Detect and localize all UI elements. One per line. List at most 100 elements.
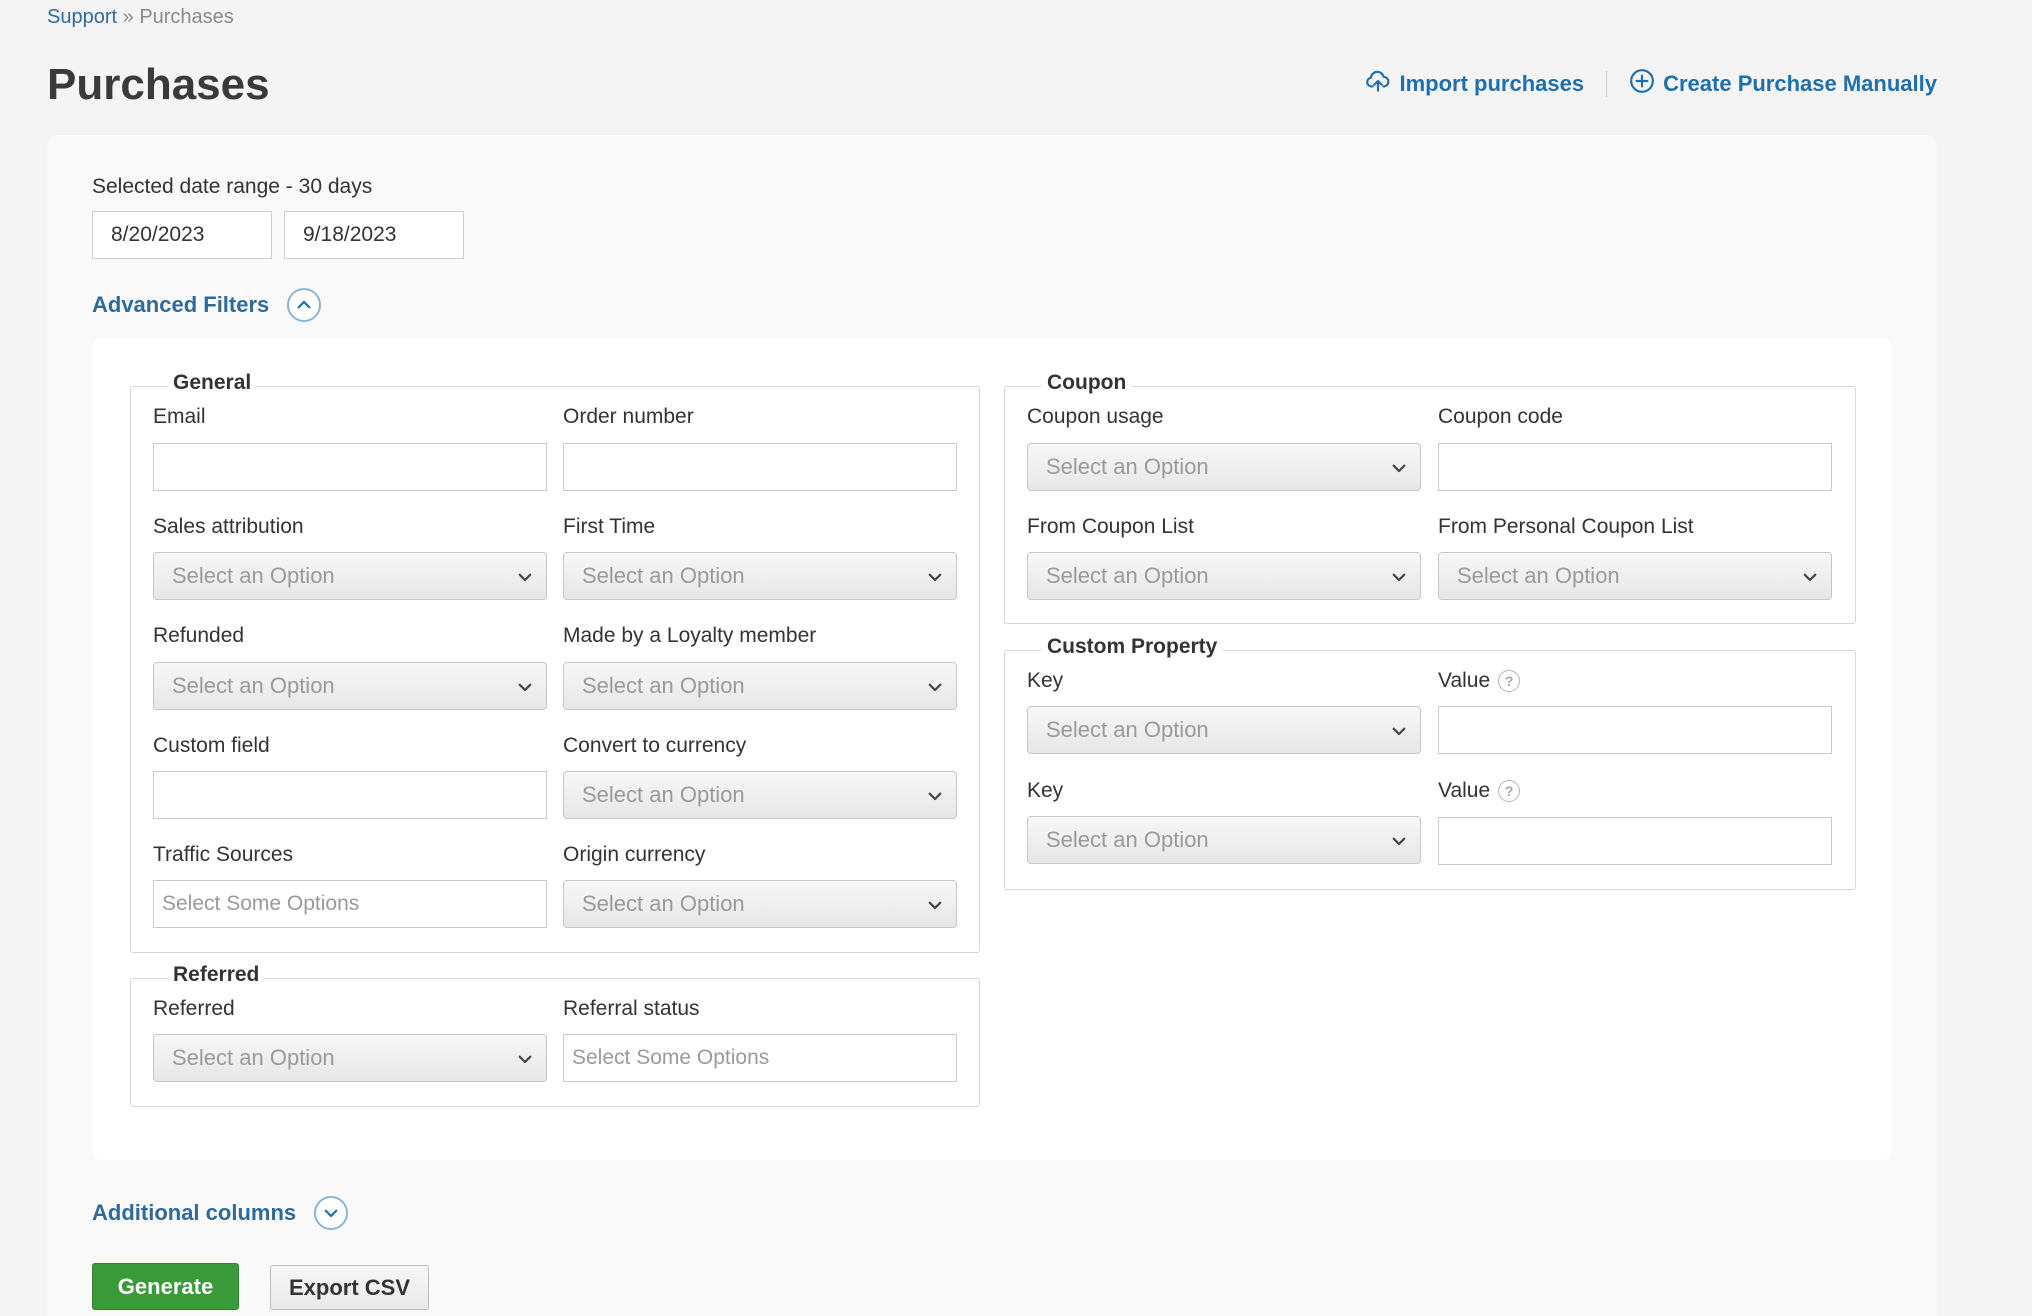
page: Support » Purchases Purchases Import pur…	[0, 0, 2032, 1316]
help-icon[interactable]: ?	[1498, 670, 1521, 692]
email-label: Email	[153, 405, 206, 428]
advanced-filters-label: Advanced Filters	[92, 292, 270, 317]
breadcrumb: Support » Purchases	[47, 6, 234, 29]
sales-attribution-select[interactable]: Select an Option	[153, 552, 547, 600]
refunded-value: Select an Option	[172, 673, 335, 698]
refunded-select[interactable]: Select an Option	[153, 662, 547, 710]
custom-property-legend: Custom Property	[1041, 635, 1224, 659]
referral-status-multiselect[interactable]: Select Some Options	[563, 1034, 957, 1082]
custom-property-value-label: Value ?	[1438, 669, 1521, 693]
advanced-filters-toggle[interactable]: Advanced Filters	[92, 288, 322, 322]
from-personal-coupon-list-select[interactable]: Select an Option	[1438, 552, 1832, 600]
chevron-down-icon	[928, 792, 942, 801]
chevron-down-icon	[1803, 573, 1817, 582]
advanced-filters-panel: General Email Order number Sales attribu…	[92, 338, 1892, 1160]
custom-property-key-label: Key	[1027, 669, 1064, 692]
chevron-down-icon	[518, 683, 532, 692]
first-time-select[interactable]: Select an Option	[563, 552, 957, 600]
first-time-label: First Time	[563, 515, 656, 538]
origin-currency-select[interactable]: Select an Option	[563, 880, 957, 928]
plus-circle-icon	[1629, 68, 1655, 100]
chevron-down-icon	[518, 573, 532, 582]
help-icon[interactable]: ?	[1498, 780, 1521, 802]
referred-legend: Referred	[167, 963, 266, 987]
breadcrumb-current: Purchases	[139, 6, 234, 28]
from-personal-coupon-list-label: From Personal Coupon List	[1438, 515, 1694, 538]
custom-property-value-field[interactable]	[1438, 817, 1832, 865]
date-range-label: Selected date range - 30 days	[92, 175, 373, 198]
from-personal-coupon-list-value: Select an Option	[1457, 563, 1620, 588]
referral-status-label: Referral status	[563, 997, 700, 1020]
custom-property-key-select[interactable]: Select an Option	[1027, 816, 1421, 864]
custom-property-fieldset: Custom Property Key Select an Option Val…	[1004, 635, 1856, 890]
sales-attribution-label: Sales attribution	[153, 515, 304, 538]
coupon-code-label: Coupon code	[1438, 405, 1563, 428]
create-purchase-link[interactable]: Create Purchase Manually	[1629, 68, 1937, 100]
custom-property-key-value: Select an Option	[1046, 717, 1209, 742]
upload-cloud-icon	[1365, 68, 1391, 100]
custom-field-input[interactable]	[153, 771, 547, 819]
referred-label: Referred	[153, 997, 235, 1020]
order-number-label: Order number	[563, 405, 694, 428]
coupon-usage-label: Coupon usage	[1027, 405, 1164, 428]
refunded-label: Refunded	[153, 624, 245, 647]
additional-columns-toggle[interactable]: Additional columns	[92, 1196, 349, 1230]
coupon-usage-value: Select an Option	[1046, 454, 1209, 479]
additional-columns-label: Additional columns	[92, 1200, 297, 1225]
convert-currency-select[interactable]: Select an Option	[563, 771, 957, 819]
from-coupon-list-label: From Coupon List	[1027, 515, 1194, 538]
chevron-down-icon	[928, 901, 942, 910]
chevron-up-icon	[287, 288, 322, 322]
custom-property-key-label: Key	[1027, 779, 1064, 802]
custom-property-key-value: Select an Option	[1046, 827, 1209, 852]
convert-currency-value: Select an Option	[582, 782, 745, 807]
referred-value: Select an Option	[172, 1045, 335, 1070]
general-legend: General	[167, 371, 258, 395]
value-label-text: Value	[1438, 669, 1491, 692]
referred-fieldset: Referred Referred Select an Option Refer…	[130, 963, 980, 1107]
date-start-input[interactable]: 8/20/2023	[92, 211, 272, 259]
generate-button[interactable]: Generate	[92, 1263, 239, 1310]
chevron-down-icon	[1392, 464, 1406, 473]
coupon-code-field[interactable]	[1438, 443, 1832, 491]
convert-currency-label: Convert to currency	[563, 734, 747, 757]
loyalty-member-label: Made by a Loyalty member	[563, 624, 817, 647]
chevron-down-icon	[928, 573, 942, 582]
import-purchases-link[interactable]: Import purchases	[1365, 68, 1584, 100]
page-title: Purchases	[47, 60, 270, 109]
loyalty-member-value: Select an Option	[582, 673, 745, 698]
from-coupon-list-select[interactable]: Select an Option	[1027, 552, 1421, 600]
order-number-field[interactable]	[563, 443, 957, 491]
date-end-input[interactable]: 9/18/2023	[284, 211, 464, 259]
value-label-text: Value	[1438, 779, 1491, 802]
origin-currency-value: Select an Option	[582, 891, 745, 916]
chevron-down-icon	[928, 683, 942, 692]
coupon-usage-select[interactable]: Select an Option	[1027, 443, 1421, 491]
first-time-value: Select an Option	[582, 563, 745, 588]
origin-currency-label: Origin currency	[563, 843, 706, 866]
traffic-sources-label: Traffic Sources	[153, 843, 294, 866]
create-purchase-label: Create Purchase Manually	[1663, 71, 1937, 96]
breadcrumb-link-support[interactable]: Support	[47, 6, 117, 28]
chevron-down-icon	[1392, 727, 1406, 736]
custom-property-key-select[interactable]: Select an Option	[1027, 706, 1421, 754]
sales-attribution-value: Select an Option	[172, 563, 335, 588]
general-fieldset: General Email Order number Sales attribu…	[130, 371, 980, 953]
breadcrumb-separator: »	[122, 6, 134, 28]
chevron-down-icon	[1392, 837, 1406, 846]
coupon-legend: Coupon	[1041, 371, 1133, 395]
from-coupon-list-value: Select an Option	[1046, 563, 1209, 588]
top-actions: Import purchases Create Purchase Manuall…	[1365, 68, 1937, 100]
chevron-down-icon	[314, 1196, 349, 1230]
export-csv-button[interactable]: Export CSV	[270, 1265, 429, 1310]
chevron-down-icon	[1392, 573, 1406, 582]
chevron-down-icon	[518, 1055, 532, 1064]
actions-divider	[1606, 71, 1608, 97]
custom-property-value-label: Value ?	[1438, 779, 1521, 803]
coupon-fieldset: Coupon Coupon usage Select an Option Cou…	[1004, 371, 1856, 624]
referred-select[interactable]: Select an Option	[153, 1034, 547, 1082]
traffic-sources-multiselect[interactable]: Select Some Options	[153, 880, 547, 928]
custom-property-value-field[interactable]	[1438, 706, 1832, 754]
loyalty-member-select[interactable]: Select an Option	[563, 662, 957, 710]
email-field[interactable]	[153, 443, 547, 491]
